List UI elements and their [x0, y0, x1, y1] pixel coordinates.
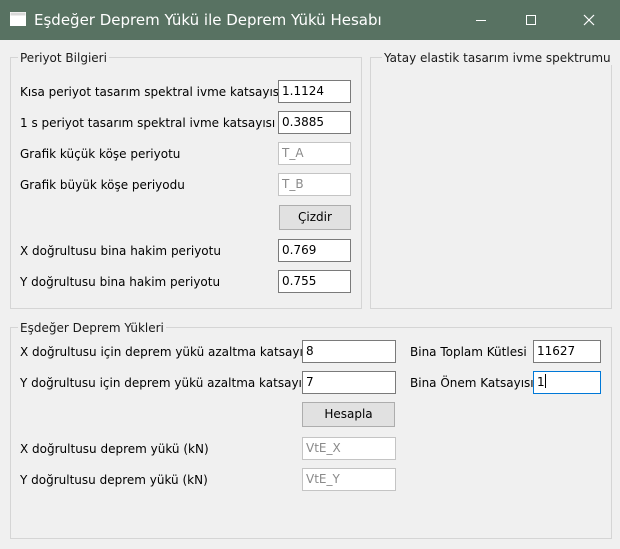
close-icon [583, 14, 595, 26]
calc-button[interactable]: Hesapla [302, 402, 395, 427]
minimize-icon [476, 20, 486, 21]
mass-input[interactable]: 11627 [533, 340, 601, 363]
periyot-group-title: Periyot Bilgieri [18, 51, 109, 65]
spectrum-group [370, 57, 612, 309]
x-period-label: X doğrultusu bina hakim periyotu [20, 244, 221, 258]
ta-input[interactable]: T_A [278, 142, 351, 165]
importance-input[interactable]: 1 [533, 371, 601, 394]
window-title: Eşdeğer Deprem Yükü ile Deprem Yükü Hesa… [34, 11, 382, 29]
spectrum-group-title: Yatay elastik tasarım ivme spektrumu [382, 51, 613, 65]
y-reduction-input[interactable]: 7 [302, 371, 396, 394]
draw-button[interactable]: Çizdir [279, 205, 351, 230]
y-load-input[interactable]: VtE_Y [302, 468, 396, 491]
title-bar[interactable]: Eşdeğer Deprem Yükü ile Deprem Yükü Hesa… [0, 0, 620, 40]
minimize-button[interactable] [458, 0, 504, 40]
maximize-icon [526, 15, 536, 25]
text-caret [544, 374, 546, 388]
kisa-periyot-label: Kısa periyot tasarım spektral ivme katsa… [20, 85, 283, 99]
importance-label: Bina Önem Katsayısı [410, 376, 534, 390]
y-load-label: Y doğrultusu deprem yükü (kN) [20, 473, 208, 487]
s1-periyot-input[interactable]: 0.3885 [278, 111, 351, 134]
x-reduction-input[interactable]: 8 [302, 340, 396, 363]
close-button[interactable] [566, 0, 612, 40]
yukler-group-title: Eşdeğer Deprem Yükleri [18, 321, 166, 335]
y-reduction-label: Y doğrultusu için deprem yükü azaltma ka… [20, 376, 312, 390]
importance-value: 1 [537, 375, 545, 389]
x-reduction-label: X doğrultusu için deprem yükü azaltma ka… [20, 345, 313, 359]
kisa-periyot-input[interactable]: 1.1124 [278, 80, 351, 103]
tb-input[interactable]: T_B [278, 173, 351, 196]
tb-label: Grafik büyük köşe periyodu [20, 178, 185, 192]
maximize-button[interactable] [508, 0, 554, 40]
app-window-icon [10, 12, 26, 26]
x-load-input[interactable]: VtE_X [302, 437, 396, 460]
s1-periyot-label: 1 s periyot tasarım spektral ivme katsay… [20, 116, 276, 130]
x-load-label: X doğrultusu deprem yükü (kN) [20, 442, 209, 456]
y-period-input[interactable]: 0.755 [278, 270, 351, 293]
x-period-input[interactable]: 0.769 [278, 239, 351, 262]
mass-label: Bina Toplam Kütlesi [410, 345, 527, 359]
y-period-label: Y doğrultusu bina hakim periyotu [20, 275, 221, 289]
ta-label: Grafik küçük köşe periyotu [20, 147, 181, 161]
